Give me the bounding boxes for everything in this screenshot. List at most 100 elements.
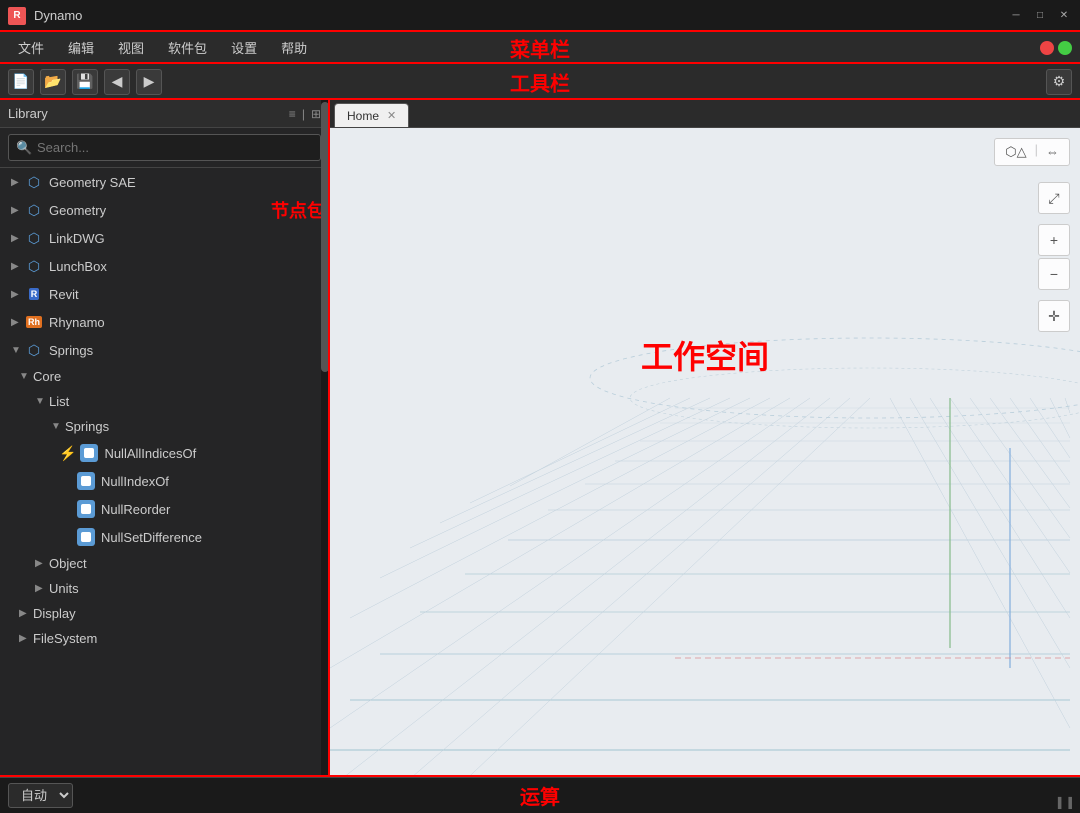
app-title: Dynamo — [34, 8, 82, 23]
menu-settings[interactable]: 设置 — [221, 34, 267, 61]
tree-item-lunchbox[interactable]: ▶ ⬡ LunchBox — [0, 252, 329, 280]
pkg-icon: ⬡ — [25, 229, 43, 247]
library-header: Library ≡ | ⊞ — [0, 100, 329, 128]
undo-button[interactable]: ◀ — [104, 69, 130, 95]
tree-node-nullreorder[interactable]: NullReorder — [0, 495, 329, 523]
zoom-out-button[interactable]: − — [1038, 258, 1070, 290]
tree-item-label: Object — [49, 556, 87, 571]
status-dot-red — [1040, 41, 1054, 55]
tree-item-label: LinkDWG — [49, 231, 105, 246]
arrow-icon: ▶ — [19, 608, 33, 619]
pkg-icon: ⬡ — [25, 257, 43, 275]
canvas-controls-right: ⤢ + − ✛ — [1038, 182, 1070, 332]
tree-item-filesystem[interactable]: ▶ FileSystem — [0, 626, 329, 651]
library-panel: Library ≡ | ⊞ 🔍 ▶ ⬡ Geometry SAE ▶ — [0, 100, 330, 777]
node-label: NullReorder — [101, 502, 170, 517]
tree-item-geometry-sae[interactable]: ▶ ⬡ Geometry SAE — [0, 168, 329, 196]
tab-close-button[interactable]: ✕ — [387, 109, 396, 122]
maximize-button[interactable]: □ — [1032, 8, 1048, 24]
pkg-icon: ⬡ — [25, 201, 43, 219]
canvas[interactable]: 工作空间 ⬡△ | ⇔ ⤢ + − ✛ — [330, 128, 1080, 777]
bottombar-wrapper: 自动 运算 ▌▐ — [0, 777, 1080, 813]
arrow-icon: ▶ — [11, 261, 25, 272]
canvas-svg — [330, 128, 1080, 777]
view-connector-icon[interactable]: ⇔ — [1042, 142, 1063, 162]
node-label: NullIndexOf — [101, 474, 169, 489]
node-icon — [77, 472, 95, 490]
library-title: Library — [8, 106, 48, 121]
menu-view[interactable]: 视图 — [108, 34, 154, 61]
close-button[interactable]: ✕ — [1056, 8, 1072, 24]
arrow-icon: ▶ — [11, 317, 25, 328]
arrow-icon: ▶ — [11, 233, 25, 244]
expand-icon[interactable]: ⊞ — [311, 107, 321, 121]
search-icon: 🔍 — [16, 140, 32, 156]
tree-item-springs[interactable]: ▼ ⬡ Springs — [0, 336, 329, 364]
execution-mode-select[interactable]: 自动 — [8, 783, 73, 808]
arrow-icon: ▶ — [35, 558, 49, 569]
tab-home[interactable]: Home ✕ — [334, 103, 409, 127]
scrollbar-track — [321, 100, 329, 777]
tree-item-label: Springs — [49, 343, 93, 358]
tree-item-linkdwg[interactable]: ▶ ⬡ LinkDWG — [0, 224, 329, 252]
tree-node-nullindexof[interactable]: NullIndexOf — [0, 467, 329, 495]
corner-indicator: ▌▐ — [1058, 798, 1072, 809]
menubar: 文件 编辑 视图 软件包 设置 帮助 菜单栏 — [0, 32, 1080, 64]
bottombar-annotation: 运算 — [520, 781, 560, 810]
arrow-icon: ▼ — [35, 396, 49, 407]
search-input[interactable] — [8, 134, 321, 161]
tree-item-label: FileSystem — [33, 631, 97, 646]
separator: | — [1035, 142, 1038, 162]
save-button[interactable]: 💾 — [72, 69, 98, 95]
tree-node-nullallindicesof[interactable]: ⚡ NullAllIndicesOf — [0, 439, 329, 467]
menu-file[interactable]: 文件 — [8, 34, 54, 61]
tree-item-revit[interactable]: ▶ R Revit — [0, 280, 329, 308]
tree-item-core[interactable]: ▼ Core — [0, 364, 329, 389]
menu-help[interactable]: 帮助 — [271, 34, 317, 61]
filter-icon[interactable]: ≡ — [289, 107, 296, 121]
tree-item-label: List — [49, 394, 69, 409]
bottombar: 自动 运算 ▌▐ — [0, 777, 1080, 813]
arrow-icon: ▶ — [11, 177, 25, 188]
revit-icon: R — [25, 285, 43, 303]
search-wrapper: 🔍 — [8, 134, 321, 161]
zoom-fit-button[interactable]: ✛ — [1038, 300, 1070, 332]
titlebar: R Dynamo ─ □ ✕ — [0, 0, 1080, 32]
menu-packages[interactable]: 软件包 — [158, 34, 217, 61]
minimize-button[interactable]: ─ — [1008, 8, 1024, 24]
tree-item-label: LunchBox — [49, 259, 107, 274]
tab-label: Home — [347, 109, 379, 123]
toolbar: 📄 📂 💾 ◀ ▶ ⚙ — [0, 64, 1080, 100]
layout-icon[interactable]: | — [302, 107, 305, 121]
tree-item-geometry[interactable]: ▶ ⬡ Geometry 节点包 — [0, 196, 329, 224]
node-icon — [80, 444, 98, 462]
tree-item-units[interactable]: ▶ Units — [0, 576, 329, 601]
redo-button[interactable]: ▶ — [136, 69, 162, 95]
main-area: Library ≡ | ⊞ 🔍 ▶ ⬡ Geometry SAE ▶ — [0, 100, 1080, 777]
tree-item-label: Geometry SAE — [49, 175, 136, 190]
library-tree: ▶ ⬡ Geometry SAE ▶ ⬡ Geometry 节点包 ▶ ⬡ Li… — [0, 168, 329, 777]
tree-node-nullsetdifference[interactable]: NullSetDifference — [0, 523, 329, 551]
tree-item-label: Core — [33, 369, 61, 384]
expand-canvas-button[interactable]: ⤢ — [1038, 182, 1070, 214]
search-bar: 🔍 — [0, 128, 329, 168]
new-button[interactable]: 📄 — [8, 69, 34, 95]
scrollbar-thumb[interactable] — [321, 102, 329, 373]
pkg-icon: ⬡ — [25, 341, 43, 359]
tree-item-display[interactable]: ▶ Display — [0, 601, 329, 626]
tree-item-label: Revit — [49, 287, 79, 302]
open-button[interactable]: 📂 — [40, 69, 66, 95]
node-icon — [77, 500, 95, 518]
tree-item-springs-sub[interactable]: ▼ Springs — [0, 414, 329, 439]
node-label: NullSetDifference — [101, 530, 202, 545]
menu-edit[interactable]: 编辑 — [58, 34, 104, 61]
view-3d-icon[interactable]: ⬡△ — [1001, 142, 1030, 162]
tree-item-object[interactable]: ▶ Object — [0, 551, 329, 576]
settings-button[interactable]: ⚙ — [1046, 69, 1072, 95]
tree-item-list[interactable]: ▼ List — [0, 389, 329, 414]
tree-item-rhynamo[interactable]: ▶ Rh Rhynamo — [0, 308, 329, 336]
zoom-in-button[interactable]: + — [1038, 224, 1070, 256]
arrow-icon: ▶ — [35, 583, 49, 594]
tree-item-label: Geometry — [49, 203, 106, 218]
node-pkg-annotation: 节点包 — [271, 197, 325, 223]
